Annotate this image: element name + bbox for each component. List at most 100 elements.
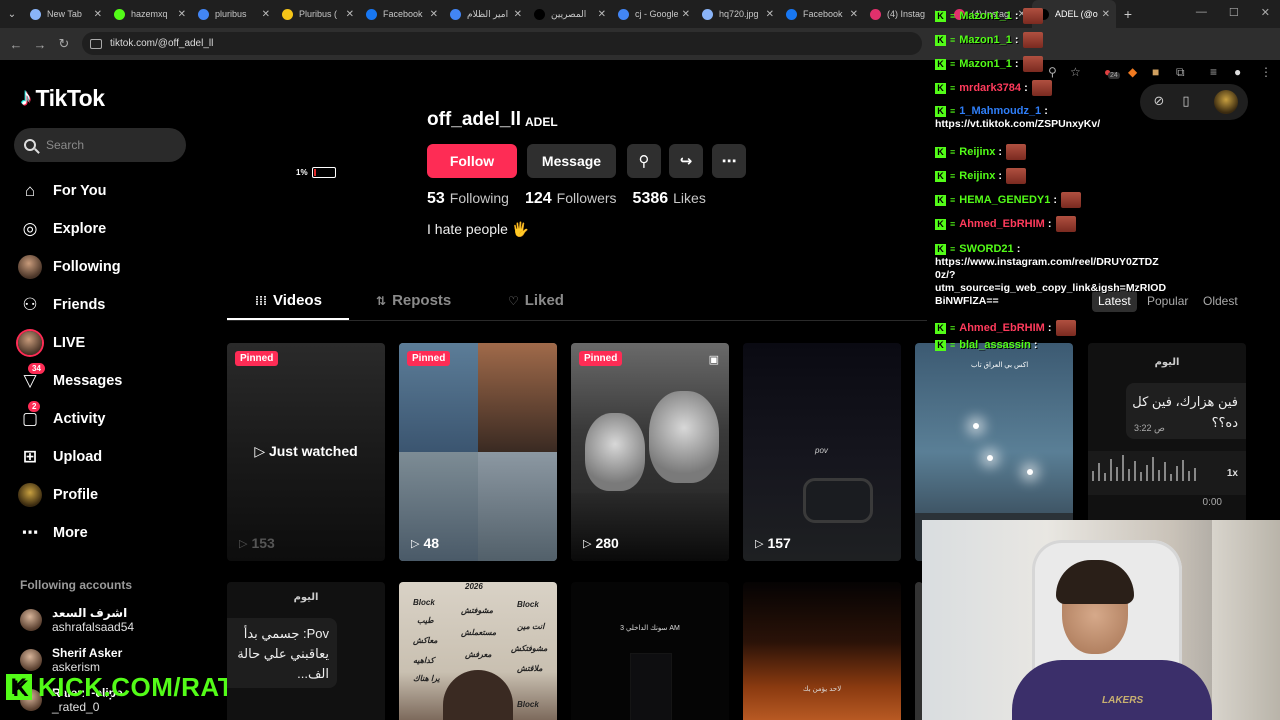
close-tab-icon[interactable]: ✕	[766, 9, 774, 20]
chat-username[interactable]: Reijinx	[959, 145, 995, 159]
tab-search-icon[interactable]: ⌄	[0, 9, 24, 20]
tiktok-logo[interactable]: ♪ TikTok	[20, 84, 105, 112]
close-tab-icon[interactable]: ✕	[850, 9, 858, 20]
sidebar-item-more[interactable]: ⋯ More	[18, 521, 88, 545]
browser-tab[interactable]: امير الظلام ✕	[444, 0, 528, 28]
close-tab-icon[interactable]: ✕	[514, 9, 522, 20]
sidebar-item-activity[interactable]: ▢ 2 Activity	[18, 401, 105, 431]
chat-username[interactable]: Mazon1_1	[959, 33, 1012, 47]
home-icon: ⌂	[24, 181, 36, 200]
close-tab-icon[interactable]: ✕	[346, 9, 354, 20]
coins-icon[interactable]: ⊘	[1150, 93, 1168, 111]
search-input[interactable]: Search	[14, 128, 186, 162]
video-card[interactable]: لاحد يؤمن بك	[743, 582, 901, 720]
reload-icon[interactable]: ↻	[52, 36, 76, 52]
sidebar-item-for-you[interactable]: ⌂ For You	[18, 179, 107, 203]
video-card[interactable]: 2026 Block Block مشوفتش طيب انت مين مستع…	[399, 582, 557, 720]
close-tab-icon[interactable]: ✕	[430, 9, 438, 20]
chrome-menu-icon[interactable]: ⋮	[1260, 65, 1272, 79]
forward-icon[interactable]: →	[28, 37, 52, 52]
close-tab-icon[interactable]: ✕	[178, 9, 186, 20]
browser-tab[interactable]: pluribus ✕	[192, 0, 276, 28]
browser-tab[interactable]: hazemxq ✕	[108, 0, 192, 28]
user-avatar[interactable]	[1214, 90, 1238, 114]
activity-icon: ▢ 2	[18, 401, 42, 431]
video-card[interactable]: pov ▷ 157	[743, 343, 901, 561]
sidebar-item-following[interactable]: Following	[18, 255, 121, 279]
chat-username[interactable]: Ahmed_EbRHIM	[959, 321, 1045, 335]
chat-username[interactable]: Mazon1_1	[959, 9, 1012, 23]
add-friend-icon[interactable]: ⚲	[627, 144, 661, 178]
site-info-icon[interactable]	[90, 38, 102, 49]
browser-tab[interactable]: hq720.jpg ✕	[696, 0, 780, 28]
chat-username[interactable]: Reijinx	[959, 169, 995, 183]
profile-avatar-icon[interactable]: ●	[1234, 65, 1241, 79]
close-tab-icon[interactable]: ✕	[598, 9, 606, 20]
browser-tab[interactable]: cj - Google ✕	[612, 0, 696, 28]
brave-extension-icon[interactable]: ◆	[1128, 65, 1137, 79]
followers-count[interactable]: 124 Followers	[525, 190, 617, 208]
chat-username[interactable]: Ahmed_EbRHIM	[959, 217, 1045, 231]
view-count: ▷ 153	[239, 535, 275, 551]
chat-emote-icon	[1022, 8, 1043, 24]
browser-tab[interactable]: Pluribus (✕	[276, 0, 360, 28]
following-account[interactable]: اشرف السعد ashrafalsaad54	[20, 606, 134, 634]
chat-username[interactable]: blal_assassin	[959, 338, 1031, 352]
video-card[interactable]: Pinned ▷ 48	[399, 343, 557, 561]
chat-username[interactable]: HEMA_GENEDY1	[959, 193, 1050, 207]
tab-liked[interactable]: ♡ Liked	[508, 292, 564, 309]
chat-username[interactable]: SWORD21	[959, 242, 1013, 256]
close-tab-icon[interactable]: ✕	[1102, 9, 1110, 20]
zoom-icon[interactable]: ⚲	[1048, 65, 1057, 79]
view-count: ▷ 280	[583, 535, 619, 551]
maximize-icon[interactable]: ☐	[1229, 6, 1239, 19]
video-card[interactable]: سونك الداخلي 3 AM	[571, 582, 729, 720]
following-account[interactable]: Sherif Asker askerism	[20, 646, 122, 674]
chat-username[interactable]: Mazon1_1	[959, 57, 1012, 71]
browser-tab[interactable]: Facebook ✕	[360, 0, 444, 28]
close-window-icon[interactable]: ✕	[1261, 6, 1270, 19]
tab-videos[interactable]: ⁞⁞⁞ Videos	[255, 292, 322, 309]
extensions-puzzle-icon[interactable]: ⧉	[1176, 65, 1185, 80]
back-icon[interactable]: ←	[4, 37, 28, 52]
new-tab-button[interactable]: +	[1116, 6, 1140, 22]
browser-tab[interactable]: Facebook ✕	[780, 0, 864, 28]
phone-app-icon[interactable]: ▯	[1177, 93, 1195, 111]
sidebar-item-friends[interactable]: ⚇ Friends	[18, 293, 105, 317]
chat-link[interactable]: https://www.instagram.com/reel/DRUY0ZTDZ…	[935, 256, 1170, 308]
share-icon[interactable]: ↪	[669, 144, 703, 178]
browser-tab[interactable]: New Tab ✕	[24, 0, 108, 28]
follow-button[interactable]: Follow	[427, 144, 517, 178]
browser-tab-label: hazemxq	[131, 9, 168, 19]
tab-reposts[interactable]: ⇅ Reposts	[376, 292, 451, 309]
sidebar-item-explore[interactable]: ◎ Explore	[18, 217, 107, 241]
minimize-icon[interactable]: —	[1196, 6, 1207, 19]
chat-message: K ≡ Ahmed_EbRHIM :	[935, 216, 1076, 232]
media-control-icon[interactable]: ≡	[1210, 65, 1217, 79]
chat-username[interactable]: 1_Mahmoudz_1	[959, 104, 1041, 118]
browser-tab[interactable]: ADEL (@off ✕	[1032, 0, 1116, 28]
sort-oldest[interactable]: Oldest	[1197, 290, 1244, 312]
bookmark-star-icon[interactable]: ☆	[1070, 65, 1081, 79]
browser-tab[interactable]: المصريين ✕	[528, 0, 612, 28]
message-button[interactable]: Message	[527, 144, 616, 178]
extension-icon-2[interactable]: ■	[1152, 65, 1159, 79]
close-tab-icon[interactable]: ✕	[682, 9, 690, 20]
kick-logo-icon: K	[6, 674, 32, 700]
following-count[interactable]: 53 Following	[427, 190, 509, 208]
close-tab-icon[interactable]: ✕	[262, 9, 270, 20]
video-card[interactable]: اليوم Pov: جسمي بدأ يعاقبني علي حالة الف…	[227, 582, 385, 720]
chat-username[interactable]: mrdark3784	[959, 81, 1021, 95]
url-input[interactable]: tiktok.com/@off_adel_ll	[82, 32, 922, 55]
sidebar-item-messages[interactable]: ▽ 34 Messages	[18, 363, 122, 393]
more-options-icon[interactable]: ⋯	[712, 144, 746, 178]
chat-link[interactable]: https://vt.tiktok.com/ZSPUnxyKv/	[935, 118, 1170, 131]
live-avatar-icon	[18, 331, 42, 355]
video-card[interactable]: Pinned ▷ Just watched ▷ 153	[227, 343, 385, 561]
close-tab-icon[interactable]: ✕	[94, 9, 102, 20]
sidebar-item-live[interactable]: LIVE	[18, 331, 85, 355]
sidebar-item-profile[interactable]: Profile	[18, 483, 98, 507]
video-card[interactable]: Pinned ▣ ▷ 280	[571, 343, 729, 561]
activity-badge: 2	[28, 401, 41, 412]
sidebar-item-upload[interactable]: ⊞ Upload	[18, 445, 102, 469]
